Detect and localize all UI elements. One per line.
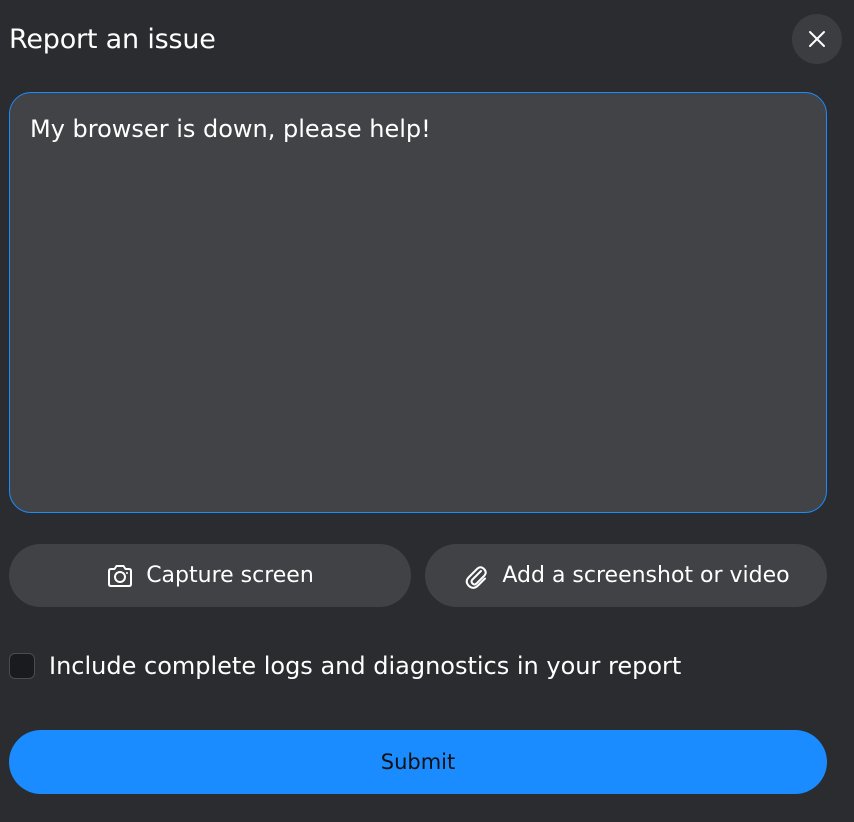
submit-button[interactable]: Submit <box>9 730 827 794</box>
capture-screen-button[interactable]: Capture screen <box>9 544 411 607</box>
issue-description-field[interactable] <box>9 92 827 513</box>
capture-screen-label: Capture screen <box>146 563 314 588</box>
paperclip-icon <box>462 562 490 590</box>
camera-icon <box>106 562 134 590</box>
include-logs-checkbox[interactable] <box>9 653 35 679</box>
include-logs-option: Include complete logs and diagnostics in… <box>9 652 681 680</box>
add-attachment-label: Add a screenshot or video <box>502 563 790 588</box>
close-icon <box>807 29 827 49</box>
add-attachment-button[interactable]: Add a screenshot or video <box>425 544 827 607</box>
report-issue-dialog: Report an issue Capture screen Add a scr… <box>0 0 854 822</box>
dialog-title: Report an issue <box>9 24 216 55</box>
include-logs-label: Include complete logs and diagnostics in… <box>49 652 682 680</box>
close-button[interactable] <box>792 14 842 64</box>
